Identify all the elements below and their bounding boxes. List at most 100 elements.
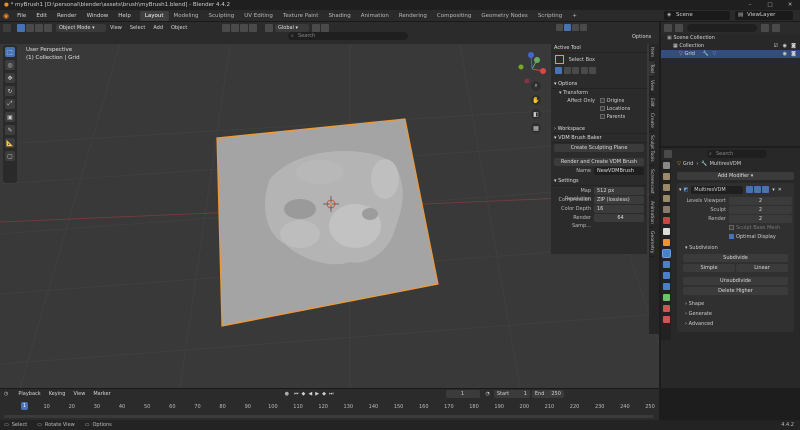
collection-tab-icon[interactable]: [662, 228, 670, 235]
viewport-options-button[interactable]: Options: [628, 33, 655, 41]
viewport-toggle-icon[interactable]: [754, 186, 762, 193]
options-header[interactable]: ▾ Options: [551, 80, 647, 89]
menu-help[interactable]: Help: [113, 13, 136, 19]
scene-tab-icon[interactable]: [662, 206, 670, 213]
snap-icon[interactable]: [312, 24, 320, 32]
origins-checkbox[interactable]: [599, 98, 605, 103]
timeline-scrollbar[interactable]: [4, 415, 654, 418]
select-subtract-icon[interactable]: [572, 67, 580, 74]
select-mode-icon[interactable]: [17, 24, 25, 32]
sidebar-tab-screencast[interactable]: Screencast: [649, 166, 654, 198]
sidebar-tab-tool[interactable]: Tool: [649, 61, 654, 77]
select-extend-icon[interactable]: [26, 24, 34, 32]
select-intersect-icon[interactable]: [589, 67, 597, 74]
sidebar-tab-item[interactable]: Item: [649, 44, 654, 62]
scale-tool-icon[interactable]: ⤢: [5, 99, 15, 109]
move-tool-icon[interactable]: ✥: [5, 73, 15, 83]
tab-rendering[interactable]: Rendering: [394, 11, 432, 21]
levels-viewport-input[interactable]: 2: [729, 197, 792, 205]
active-tool-header[interactable]: Active Tool: [551, 44, 647, 53]
sidebar-tab-edit[interactable]: Edit: [649, 95, 654, 111]
minimize-icon[interactable]: –: [740, 0, 760, 10]
shading-wireframe-icon[interactable]: [556, 24, 563, 31]
shading-material-icon[interactable]: [572, 24, 579, 31]
overlays-icon[interactable]: [240, 24, 248, 32]
sidebar-tab-create[interactable]: Create: [649, 110, 654, 133]
editor-type-icon[interactable]: [3, 24, 11, 32]
grid-view-icon[interactable]: ▦: [531, 123, 541, 133]
blender-menu-icon[interactable]: ◉: [0, 12, 12, 20]
tab-animation[interactable]: Animation: [356, 11, 394, 21]
menu-render[interactable]: Render: [52, 13, 82, 19]
render-camera-icon[interactable]: ◙: [791, 42, 796, 50]
outliner-editor-icon[interactable]: [664, 24, 672, 32]
optimal-display-row[interactable]: Optimal Display: [679, 233, 792, 241]
add-modifier-button[interactable]: Add Modifier ▾: [677, 172, 794, 180]
sculpt-base-mesh-checkbox[interactable]: [729, 225, 734, 230]
outliner-search-field[interactable]: [687, 24, 757, 32]
modifier-tab-icon[interactable]: [661, 249, 671, 258]
material-tab-icon[interactable]: [662, 305, 670, 312]
select-subtract-icon[interactable]: [35, 24, 43, 32]
sidebar-tab-geometry[interactable]: Geometry: [649, 228, 654, 258]
vdm-brush-baker-header[interactable]: ▾ VDM Brush Baker: [551, 134, 647, 143]
viewport-search-field[interactable]: ⌕ Search: [288, 32, 408, 40]
measure-tool-icon[interactable]: 📐: [5, 138, 15, 148]
visibility-eye-icon[interactable]: ◉: [783, 42, 787, 50]
viewport-menu-view[interactable]: View: [106, 24, 126, 32]
render-levels-input[interactable]: 2: [729, 215, 792, 223]
rotate-tool-icon[interactable]: ↻: [5, 86, 15, 96]
shading-rendered-icon[interactable]: [580, 24, 587, 31]
new-collection-icon[interactable]: [772, 24, 780, 32]
tab-geometry-nodes[interactable]: Geometry Nodes: [476, 11, 532, 21]
add-workspace-button[interactable]: +: [567, 11, 582, 21]
close-icon[interactable]: ✕: [780, 0, 800, 10]
linear-button[interactable]: Linear: [736, 264, 788, 272]
physics-tab-icon[interactable]: [662, 272, 670, 279]
proportional-edit-icon[interactable]: [321, 24, 329, 32]
xray-icon[interactable]: [249, 24, 257, 32]
tab-texture-paint[interactable]: Texture Paint: [278, 11, 324, 21]
subdivide-button[interactable]: Subdivide: [683, 254, 788, 262]
gizmo-icon[interactable]: [231, 24, 239, 32]
sculpt-base-mesh-row[interactable]: Sculpt Base Mesh: [679, 224, 792, 232]
render-create-vdm-button[interactable]: Render and Create VDM Brush: [554, 158, 644, 166]
cursor-tool-icon[interactable]: ◎: [5, 60, 15, 70]
grid-visibility-eye-icon[interactable]: ◉: [783, 50, 787, 58]
color-depth-dropdown[interactable]: 16: [594, 205, 644, 213]
pan-hand-icon[interactable]: ✋: [531, 95, 541, 105]
viewport-menu-add[interactable]: Add: [149, 24, 167, 32]
locations-checkbox[interactable]: [599, 106, 605, 111]
scene-selector[interactable]: ◈ Scene: [664, 11, 730, 20]
view-layer-tab-icon[interactable]: [662, 195, 670, 202]
object-tab-icon[interactable]: [662, 239, 670, 246]
edit-mode-toggle-icon[interactable]: [746, 186, 754, 193]
render-toggle-icon[interactable]: [762, 186, 770, 193]
view-layer-selector[interactable]: ▤ ViewLayer: [735, 11, 793, 20]
shape-section[interactable]: › Shape: [679, 300, 792, 308]
outliner-row-grid[interactable]: ▽ Grid 🔧 ▽ ◉ ◙: [661, 50, 800, 58]
grid-render-camera-icon[interactable]: ◙: [791, 50, 796, 58]
map-resolution-dropdown[interactable]: 512 px: [594, 187, 644, 195]
sculpt-levels-input[interactable]: 2: [729, 206, 792, 214]
viewport-menu-object[interactable]: Object: [167, 24, 191, 32]
sidebar-tab-sculpt-tools[interactable]: Sculpt Tools: [649, 132, 654, 166]
tab-scripting[interactable]: Scripting: [533, 11, 567, 21]
menu-file[interactable]: File: [12, 13, 31, 19]
tab-compositing[interactable]: Compositing: [432, 11, 476, 21]
mode-dropdown[interactable]: Object Mode ▾: [56, 24, 106, 32]
properties-search-field[interactable]: ⌕ Search: [707, 149, 767, 158]
tab-layout[interactable]: Layout: [139, 10, 169, 21]
workspace-header[interactable]: › Workspace: [551, 125, 647, 134]
transform-tool-icon[interactable]: ▣: [5, 112, 15, 122]
maximize-icon[interactable]: □: [760, 0, 780, 10]
properties-editor-icon[interactable]: [664, 149, 672, 158]
sidebar-tab-animation[interactable]: Animation: [649, 198, 654, 228]
create-sculpting-plane-button[interactable]: Create Sculpting Plane: [554, 144, 644, 152]
tab-sculpting[interactable]: Sculpting: [204, 11, 240, 21]
parents-row[interactable]: Parents: [551, 113, 647, 121]
settings-header[interactable]: ▾ Settings: [551, 177, 647, 186]
transform-subheader[interactable]: ▾ Transform: [551, 89, 647, 97]
unsubdivide-button[interactable]: Unsubdivide: [683, 277, 788, 285]
sidebar-tab-view[interactable]: View: [649, 77, 654, 95]
